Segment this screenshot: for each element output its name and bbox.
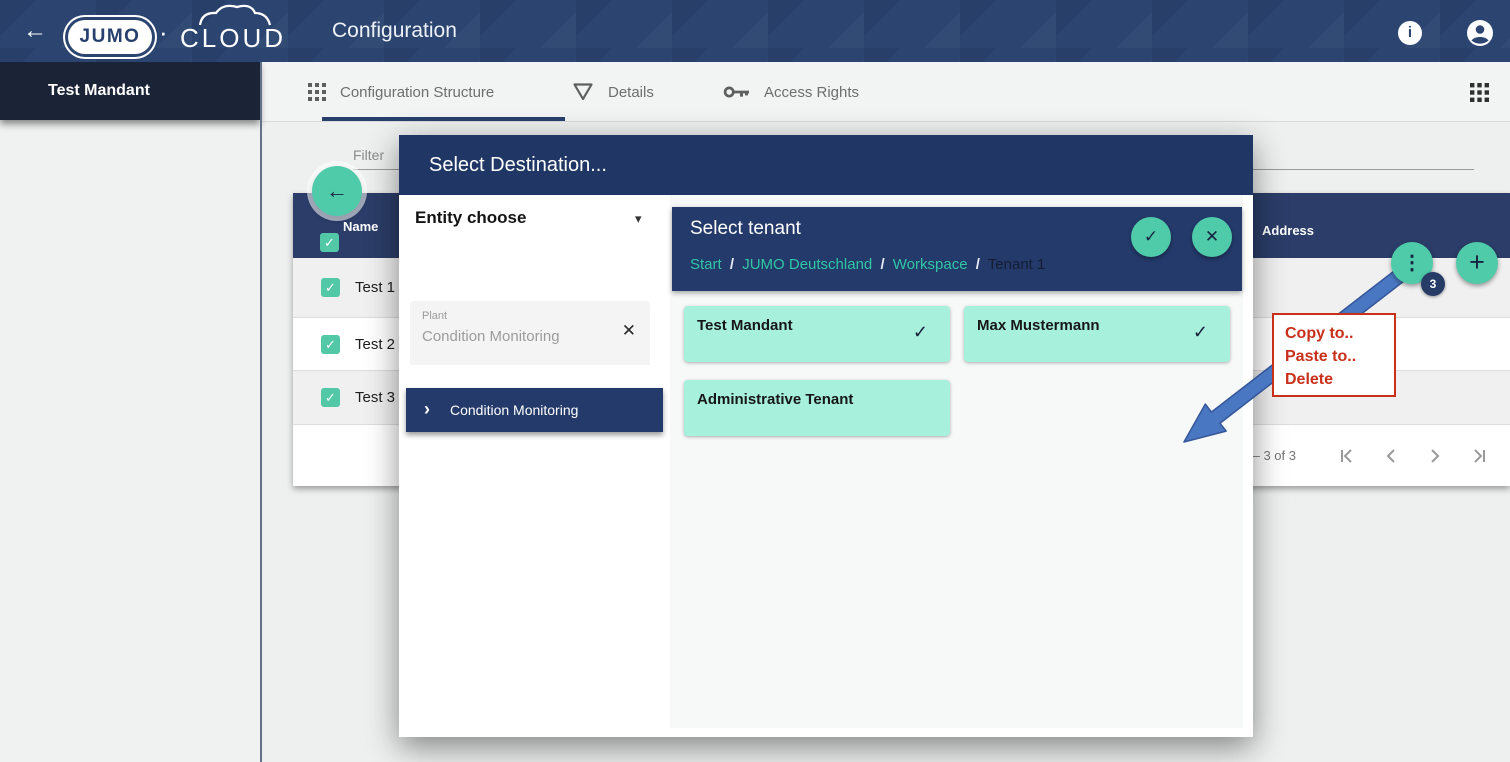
breadcrumb-separator: / — [972, 256, 984, 273]
pagination-range: – 3 of 3 — [1253, 448, 1296, 463]
annotation-line: Delete — [1285, 368, 1394, 391]
annotation-callout: Copy to.. Paste to.. Delete — [1272, 313, 1396, 397]
logo-separator: · — [159, 17, 168, 48]
prev-page-icon[interactable] — [1382, 447, 1400, 465]
first-page-icon[interactable] — [1338, 447, 1356, 465]
breadcrumb-separator: / — [876, 256, 888, 273]
check-icon: ✓ — [1193, 322, 1208, 343]
account-icon[interactable] — [1466, 19, 1494, 47]
tab-access-rights[interactable]: Access Rights — [723, 62, 859, 122]
select-tenant-heading: Select tenant — [690, 218, 801, 240]
info-icon[interactable]: i — [1398, 21, 1422, 45]
sidebar-item-test-mandant[interactable]: Test Mandant — [0, 62, 260, 120]
column-header-address: Address — [1262, 223, 1314, 238]
row-name: Test 2 — [355, 336, 395, 353]
tenant-card-label: Administrative Tenant — [697, 391, 853, 408]
select-tenant-header: Select tenant Start / JUMO Deutschland /… — [672, 207, 1242, 291]
tenant-card-test-mandant[interactable]: Test Mandant ✓ — [684, 306, 950, 362]
check-icon: ✓ — [913, 322, 928, 343]
breadcrumb-separator: / — [726, 256, 738, 273]
entity-pane: Entity choose ▾ Plant Condition Monitori… — [399, 195, 670, 737]
tab-bar: Configuration Structure Details Access R… — [262, 62, 1510, 122]
confirm-button[interactable]: ✓ — [1131, 217, 1171, 257]
last-page-icon[interactable] — [1470, 447, 1488, 465]
clear-icon[interactable]: ✕ — [622, 321, 636, 341]
breadcrumb: Start / JUMO Deutschland / Workspace / T… — [690, 256, 1045, 273]
tree-item-label: Condition Monitoring — [450, 388, 578, 432]
next-page-icon[interactable] — [1426, 447, 1444, 465]
annotation-line: Copy to.. — [1285, 322, 1394, 345]
jumo-logo: JUMO — [68, 20, 152, 54]
page-title: Configuration — [332, 19, 457, 43]
cancel-button[interactable]: ✕ — [1192, 217, 1232, 257]
chevron-right-icon: › — [424, 388, 430, 430]
tab-configuration-structure[interactable]: Configuration Structure — [308, 62, 494, 122]
breadcrumb-jumo-deutschland[interactable]: JUMO Deutschland — [742, 256, 872, 273]
plant-field-label: Plant — [422, 310, 447, 322]
breadcrumb-current: Tenant 1 — [988, 256, 1046, 273]
dialog-title: Select Destination... — [399, 135, 1253, 195]
select-destination-dialog: Select Destination... Entity choose ▾ Pl… — [399, 135, 1253, 737]
back-fab-button[interactable]: ← — [312, 166, 362, 216]
tenant-card-label: Max Mustermann — [977, 317, 1100, 334]
tab-details[interactable]: Details — [572, 62, 654, 122]
active-tab-underline — [322, 117, 565, 121]
entity-choose-dropdown[interactable]: Entity choose — [415, 208, 526, 228]
tab-label: Configuration Structure — [340, 84, 494, 101]
back-arrow-icon[interactable]: ← — [20, 16, 50, 46]
row-checkbox[interactable]: ✓ — [321, 278, 340, 297]
funnel-icon — [572, 82, 594, 102]
row-checkbox[interactable]: ✓ — [321, 335, 340, 354]
grid-icon — [308, 83, 326, 101]
row-name: Test 1 — [355, 279, 395, 296]
filter-field-label: Filter — [353, 147, 384, 163]
add-button[interactable]: + — [1456, 242, 1498, 284]
sidebar-divider — [260, 62, 262, 762]
tenant-card-max-mustermann[interactable]: Max Mustermann ✓ — [964, 306, 1230, 362]
sidebar: Test Mandant — [0, 62, 260, 762]
key-icon — [723, 84, 750, 101]
tenant-pane: Select tenant Start / JUMO Deutschland /… — [670, 195, 1243, 728]
row-name: Test 3 — [355, 389, 395, 406]
tenant-card-administrative-tenant[interactable]: Administrative Tenant — [684, 380, 950, 436]
tab-label: Access Rights — [764, 84, 859, 101]
select-all-checkbox[interactable]: ✓ — [320, 233, 339, 252]
tenant-card-label: Test Mandant — [697, 317, 793, 334]
selection-count-badge: 3 — [1421, 272, 1445, 296]
row-checkbox[interactable]: ✓ — [321, 388, 340, 407]
tab-label: Details — [608, 84, 654, 101]
tree-item-condition-monitoring[interactable]: › Condition Monitoring — [406, 388, 663, 432]
column-header-name: Name — [343, 219, 378, 234]
app-header: ← JUMO · CLOUD Configuration i — [0, 0, 1510, 62]
breadcrumb-start[interactable]: Start — [690, 256, 722, 273]
cloud-logo-text: CLOUD — [180, 23, 286, 54]
plant-field[interactable]: Plant Condition Monitoring ✕ — [410, 301, 650, 365]
breadcrumb-workspace[interactable]: Workspace — [893, 256, 968, 273]
annotation-line: Paste to.. — [1285, 345, 1394, 368]
view-grid-icon[interactable] — [1470, 83, 1489, 102]
caret-down-icon[interactable]: ▾ — [635, 211, 642, 227]
plant-field-value: Condition Monitoring — [422, 328, 560, 345]
